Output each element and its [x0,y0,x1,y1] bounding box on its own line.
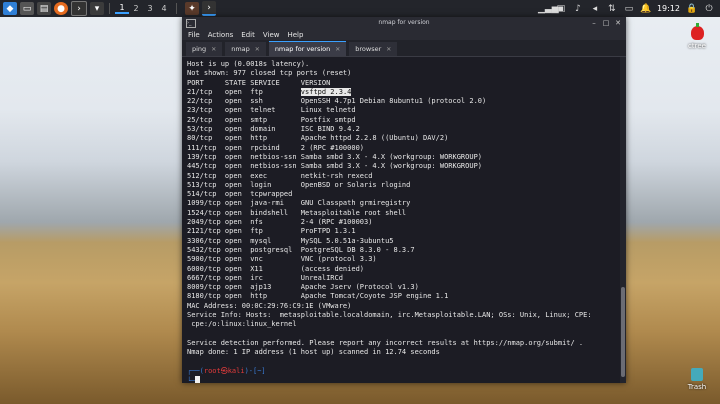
terminal-line: 2049/tcp open nfs 2-4 (RPC #100003) [187,218,373,227]
cherrytree-icon [690,23,704,40]
terminal-line: MAC Address: 00:0C:29:76:C9:1E (VMware) [187,301,352,310]
panel-separator [109,3,110,14]
terminal-line: 6667/tcp open irc UnrealIRCd [187,273,343,282]
terminal-line: PORT STATE SERVICE VERSION [187,78,331,87]
terminal-line: 1099/tcp open java-rmi GNU Classpath grm… [187,199,411,208]
bell-icon[interactable]: 🔔 [640,4,652,14]
prompt-line: ┌──(root㉿kali)-[~] [187,366,266,375]
terminal-line: 3306/tcp open mysql MySQL 5.0.51a-3ubunt… [187,236,394,245]
terminal-line: 514/tcp open tcpwrapped [187,190,293,199]
tab-ping[interactable]: ping ✕ [186,42,223,56]
selected-text: vsftpd 2.3.4 [300,87,352,96]
volume-icon[interactable]: ◂ [589,4,601,14]
minimize-icon[interactable]: – [590,19,598,27]
terminal-line: 1524/tcp open bindshell Metasploitable r… [187,208,407,217]
terminal-line: Host is up (0.0018s latency). [187,60,310,68]
workspace-1[interactable]: 1 [115,3,129,14]
tab-nmap[interactable]: nmap ✕ [225,42,266,56]
terminal-output[interactable]: Host is up (0.0018s latency). Not shown: … [182,57,620,383]
terminal-line: 23/tcp open telnet Linux telnetd [187,106,356,115]
kali-menu-icon[interactable]: ◆ [3,2,17,15]
lock-icon[interactable]: 🔒 [686,4,698,14]
tab-label: browser [355,45,382,53]
prompt-user: root㉿kali [203,366,245,375]
desktop-icon-ctree[interactable]: ctree [684,23,710,50]
battery-icon[interactable]: ▭ [623,4,635,14]
menu-bar: File Actions Edit View Help [182,29,626,40]
task-burp-icon[interactable]: ✦ [185,2,199,15]
terminal-line: Nmap done: 1 IP address (1 host up) scan… [187,348,440,357]
network-activity-icon[interactable]: ▁▃▅ [538,4,559,14]
menu-file[interactable]: File [188,31,200,39]
top-panel: ◆ ▭ ▤ ● › ▾ 1 2 3 4 ✦ › ▁▃▅ ▣ ♪ ◂ ⇅ ▭ 🔔 … [0,0,720,17]
files-icon[interactable]: ▤ [37,2,51,15]
tab-label: nmap [231,45,250,53]
tab-bar: ping ✕ nmap ✕ nmap for version ✕ browser ✕ [182,40,626,57]
terminal-line: 512/tcp open exec netkit-rsh rexecd [187,171,373,180]
terminal-line: 5432/tcp open postgresql PostgreSQL DB 8… [187,245,415,254]
tab-label: ping [192,45,207,53]
close-tab-icon[interactable]: ✕ [386,46,391,53]
tab-browser[interactable]: browser ✕ [349,42,398,56]
terminal-line: cpe:/o:linux:linux_kernel [187,320,297,329]
firefox-icon[interactable]: ● [54,2,68,15]
terminal-line: 21/tcp open ftp vsftpd 2.3.4 [187,87,352,96]
app-launcher-icon[interactable]: ▾ [90,2,104,15]
system-tray: ▁▃▅ ▣ ♪ ◂ ⇅ ▭ 🔔 19:12 🔒 ⏻ [538,0,720,17]
close-tab-icon[interactable]: ✕ [255,46,260,53]
terminal-lines: Host is up (0.0018s latency). Not shown: … [187,60,592,383]
terminal-line: Service Info: Hosts: metasploitable.loca… [187,311,592,320]
show-desktop-icon[interactable]: ▭ [20,2,34,15]
task-terminal-icon[interactable]: › [202,1,216,16]
menu-view[interactable]: View [263,31,280,39]
workspace-2[interactable]: 2 [129,4,143,13]
terminal-line: 139/tcp open netbios-ssn Samba smbd 3.X … [187,152,483,161]
terminal-line: 22/tcp open ssh OpenSSH 4.7p1 Debian 8ub… [187,97,487,106]
power-icon[interactable]: ⏻ [703,4,715,14]
terminal-line: 53/tcp open domain ISC BIND 9.4.2 [187,125,360,134]
terminal-line: 80/tcp open http Apache httpd 2.2.8 ((Ub… [187,134,449,143]
menu-edit[interactable]: Edit [241,31,255,39]
terminal-line: 513/tcp open login OpenBSD or Solaris rl… [187,180,411,189]
terminal-line: 25/tcp open smtp Postfix smtpd [187,115,356,124]
terminal-line: 111/tcp open rpcbind 2 (RPC #100000) [187,143,365,152]
close-icon[interactable]: ✕ [614,19,622,27]
maximize-icon[interactable]: □ [602,19,610,27]
terminal-scrollbar[interactable] [620,57,626,383]
terminal-line: 6000/tcp open X11 (access denied) [187,264,365,273]
terminal-line: Not shown: 977 closed tcp ports (reset) [187,69,352,78]
terminal-line: 2121/tcp open ftp ProFTPD 1.3.1 [187,227,356,236]
panel-separator [176,3,177,14]
terminal-line: Service detection performed. Please repo… [187,338,584,347]
trash-icon [691,368,703,381]
network-icon[interactable]: ⇅ [606,4,618,14]
desktop-icon-label: Trash [687,383,707,391]
prompt-input-line[interactable]: └─ [187,376,592,383]
tab-label: nmap for version [274,45,331,53]
cursor [195,376,201,383]
terminal-window: ›_ nmap for version – □ ✕ File Actions E… [182,17,626,383]
display-icon[interactable]: ▣ [555,4,567,14]
close-tab-icon[interactable]: ✕ [335,46,340,53]
workspace-3[interactable]: 3 [143,4,157,13]
desktop-icon-trash[interactable]: Trash [684,368,710,391]
clock[interactable]: 19:12 [657,4,680,13]
terminal-line: 8180/tcp open http Apache Tomcat/Coyote … [187,292,449,301]
scrollbar-thumb[interactable] [621,287,625,377]
window-titlebar[interactable]: ›_ nmap for version – □ ✕ [182,17,626,29]
terminal-line: 5900/tcp open vnc VNC (protocol 3.3) [187,255,377,264]
tab-nmap-for-version[interactable]: nmap for version ✕ [268,41,347,56]
desktop-icon-label: ctree [688,42,706,50]
terminal-launcher-icon[interactable]: › [71,1,87,16]
close-tab-icon[interactable]: ✕ [211,46,216,53]
terminal-line: 8009/tcp open ajp13 Apache Jserv (Protoc… [187,283,419,292]
menu-actions[interactable]: Actions [208,31,234,39]
terminal-line: 445/tcp open netbios-ssn Samba smbd 3.X … [187,162,483,171]
notification-icon[interactable]: ♪ [572,4,584,14]
window-title: nmap for version [378,19,430,26]
workspace-4[interactable]: 4 [157,4,171,13]
menu-help[interactable]: Help [287,31,303,39]
